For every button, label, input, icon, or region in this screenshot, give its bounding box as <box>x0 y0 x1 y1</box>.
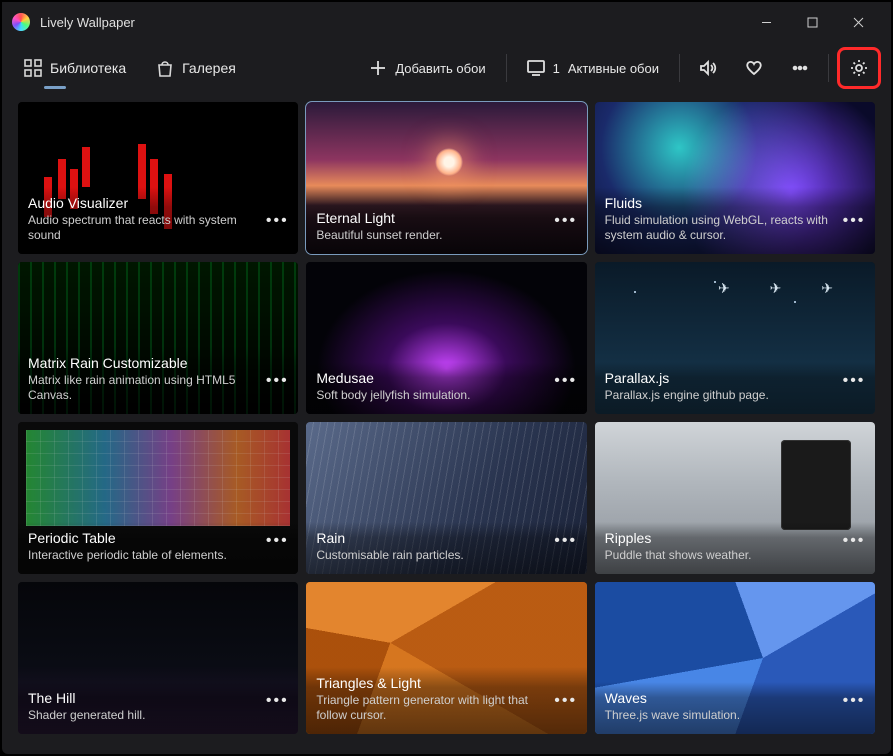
more-horizontal-icon: ••• <box>843 372 866 390</box>
close-icon <box>853 17 864 28</box>
wallpaper-desc: Beautiful sunset render. <box>316 228 546 244</box>
volume-button[interactable] <box>688 50 728 86</box>
wallpaper-desc: Shader generated hill. <box>28 708 258 724</box>
more-horizontal-icon: ••• <box>843 692 866 710</box>
wallpaper-desc: Puddle that shows weather. <box>605 548 835 564</box>
toolbar: Библиотека Галерея Добавить обои 1 Актив… <box>2 42 891 94</box>
active-wallpapers-count: 1 <box>553 61 560 76</box>
card-menu-button[interactable]: ••• <box>841 528 867 554</box>
more-horizontal-icon: ••• <box>266 532 289 550</box>
divider <box>679 54 680 82</box>
wallpaper-title: Matrix Rain Customizable <box>28 355 258 371</box>
app-icon <box>12 13 30 31</box>
more-horizontal-icon: ••• <box>843 532 866 550</box>
divider <box>506 54 507 82</box>
wallpaper-card[interactable]: Matrix Rain Customizable Matrix like rai… <box>18 262 298 414</box>
add-wallpaper-label: Добавить обои <box>395 61 485 76</box>
card-menu-button[interactable]: ••• <box>553 368 579 394</box>
wallpaper-desc: Three.js wave simulation. <box>605 708 835 724</box>
wallpaper-desc: Triangle pattern generator with light th… <box>316 693 546 724</box>
card-menu-button[interactable]: ••• <box>264 688 290 714</box>
bag-icon <box>156 59 174 77</box>
wallpaper-card[interactable]: The Hill Shader generated hill. ••• <box>18 582 298 734</box>
wallpaper-title: Fluids <box>605 195 835 211</box>
tab-gallery-label: Галерея <box>182 60 236 76</box>
card-menu-button[interactable]: ••• <box>264 528 290 554</box>
maximize-icon <box>807 17 818 28</box>
gear-icon <box>850 59 868 77</box>
favorites-button[interactable] <box>734 50 774 86</box>
wallpaper-card[interactable]: Rain Customisable rain particles. ••• <box>306 422 586 574</box>
wallpaper-desc: Fluid simulation using WebGL, reacts wit… <box>605 213 835 244</box>
more-horizontal-icon: ••• <box>554 372 577 390</box>
wallpaper-card[interactable]: Triangles & Light Triangle pattern gener… <box>306 582 586 734</box>
volume-icon <box>699 59 717 77</box>
plus-icon <box>369 59 387 77</box>
wallpaper-title: Medusae <box>316 370 546 386</box>
weather-widget: 29° <box>817 452 841 473</box>
wallpaper-desc: Soft body jellyfish simulation. <box>316 388 546 404</box>
more-horizontal-icon: ••• <box>554 532 577 550</box>
more-horizontal-icon: ••• <box>843 212 866 230</box>
active-wallpapers-button[interactable]: 1 Активные обои <box>515 51 671 85</box>
app-title: Lively Wallpaper <box>40 15 135 30</box>
more-horizontal-icon <box>791 59 809 77</box>
more-horizontal-icon: ••• <box>266 212 289 230</box>
wallpaper-card[interactable]: 29° Ripples Puddle that shows weather. •… <box>595 422 875 574</box>
card-menu-button[interactable]: ••• <box>553 208 579 234</box>
wallpaper-title: Triangles & Light <box>316 675 546 691</box>
more-button[interactable] <box>780 50 820 86</box>
card-menu-button[interactable]: ••• <box>264 368 290 394</box>
card-menu-button[interactable]: ••• <box>553 688 579 714</box>
tab-library[interactable]: Библиотека <box>12 51 138 85</box>
add-wallpaper-button[interactable]: Добавить обои <box>357 51 497 85</box>
tab-gallery[interactable]: Галерея <box>144 51 248 85</box>
wallpaper-desc: Customisable rain particles. <box>316 548 546 564</box>
card-menu-button[interactable]: ••• <box>553 528 579 554</box>
window-minimize-button[interactable] <box>743 7 789 37</box>
wallpaper-card[interactable]: Audio Visualizer Audio spectrum that rea… <box>18 102 298 254</box>
minimize-icon <box>761 17 772 28</box>
window-maximize-button[interactable] <box>789 7 835 37</box>
card-menu-button[interactable]: ••• <box>841 368 867 394</box>
card-menu-button[interactable]: ••• <box>841 208 867 234</box>
wallpaper-title: Periodic Table <box>28 530 258 546</box>
wallpaper-title: Rain <box>316 530 546 546</box>
tab-library-label: Библиотека <box>50 60 126 76</box>
more-horizontal-icon: ••• <box>554 212 577 230</box>
wallpaper-card[interactable]: Medusae Soft body jellyfish simulation. … <box>306 262 586 414</box>
heart-icon <box>745 59 763 77</box>
monitor-icon <box>527 59 545 77</box>
titlebar: Lively Wallpaper <box>2 2 891 42</box>
wallpaper-desc: Parallax.js engine github page. <box>605 388 835 404</box>
wallpaper-title: The Hill <box>28 690 258 706</box>
active-wallpapers-label: Активные обои <box>568 61 659 76</box>
wallpaper-card[interactable]: Fluids Fluid simulation using WebGL, rea… <box>595 102 875 254</box>
card-menu-button[interactable]: ••• <box>264 208 290 234</box>
app-window: Lively Wallpaper Библиотека Галерея Доба… <box>0 0 893 756</box>
wallpaper-title: Waves <box>605 690 835 706</box>
wallpaper-card[interactable]: Parallax.js Parallax.js engine github pa… <box>595 262 875 414</box>
wallpaper-card[interactable]: Eternal Light Beautiful sunset render. •… <box>306 102 586 254</box>
settings-button[interactable] <box>837 47 881 89</box>
more-horizontal-icon: ••• <box>266 372 289 390</box>
wallpaper-title: Eternal Light <box>316 210 546 226</box>
window-close-button[interactable] <box>835 7 881 37</box>
wallpaper-title: Audio Visualizer <box>28 195 258 211</box>
grid-icon <box>24 59 42 77</box>
divider <box>828 54 829 82</box>
card-menu-button[interactable]: ••• <box>841 688 867 714</box>
wallpaper-title: Ripples <box>605 530 835 546</box>
wallpaper-title: Parallax.js <box>605 370 835 386</box>
wallpaper-grid: Audio Visualizer Audio spectrum that rea… <box>2 94 891 754</box>
wallpaper-card[interactable]: Waves Three.js wave simulation. ••• <box>595 582 875 734</box>
more-horizontal-icon: ••• <box>554 692 577 710</box>
weather-temp: 29° <box>817 452 841 473</box>
wallpaper-desc: Matrix like rain animation using HTML5 C… <box>28 373 258 404</box>
wallpaper-desc: Audio spectrum that reacts with system s… <box>28 213 258 244</box>
wallpaper-card[interactable]: Periodic Table Interactive periodic tabl… <box>18 422 298 574</box>
more-horizontal-icon: ••• <box>266 692 289 710</box>
wallpaper-desc: Interactive periodic table of elements. <box>28 548 258 564</box>
